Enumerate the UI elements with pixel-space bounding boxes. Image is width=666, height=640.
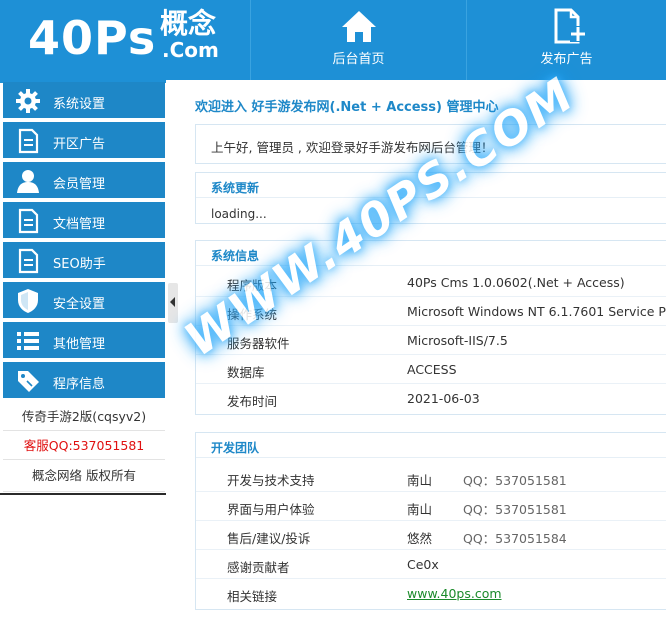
team-row: 售后/建议/投诉 悠然 QQ：537051584 (196, 521, 666, 550)
sidebar-gutter (166, 80, 178, 640)
sidebar-item-system-settings[interactable]: 系统设置 (3, 82, 165, 120)
sidebar-item-zone-ads[interactable]: 开区广告 (3, 122, 165, 160)
nav-home-label: 后台首页 (332, 52, 385, 67)
team-key: 感谢贡献者 (227, 560, 290, 575)
team-key: 界面与用户体验 (227, 502, 315, 517)
system-update-panel: 系统更新 loading... (195, 172, 666, 224)
chevron-left-icon (170, 297, 175, 307)
tag-icon (18, 371, 39, 392)
system-info-title: 系统信息 (211, 249, 260, 263)
user-icon (17, 170, 39, 193)
nav-home-button[interactable]: 后台首页 (251, 0, 466, 80)
side-qq-text: 客服QQ:537051581 (3, 431, 165, 460)
related-link-cell: www.40ps.com (407, 586, 502, 601)
sidebar-item-seo[interactable]: SEO助手 (3, 242, 165, 280)
sysinfo-row: 服务器软件 Microsoft-IIS/7.5 (196, 326, 666, 355)
sidebar-item-label: 会员管理 (53, 177, 106, 192)
nav-publish-label: 发布广告 (540, 52, 593, 67)
related-link[interactable]: www.40ps.com (407, 586, 502, 601)
sysinfo-value: Microsoft Windows NT 6.1.7601 Service Pa… (407, 304, 666, 319)
logo: 40Ps 概念 .Com (0, 0, 250, 80)
main-content: 欢迎进入 好手游发布网(.Net + Access) 管理中心 上午好, 管理员… (178, 80, 666, 640)
panel-divider (196, 457, 666, 458)
sidebar-item-security[interactable]: 安全设置 (3, 282, 165, 320)
welcome-box: 上午好, 管理员 , 欢迎登录好手游发布网后台管理！ (195, 124, 666, 164)
list-icon (17, 332, 39, 350)
team-row: 开发与技术支持 南山 QQ：537051581 (196, 463, 666, 492)
sidebar-item-label: 安全设置 (53, 297, 106, 312)
sidebar-collapse-toggle[interactable] (168, 283, 178, 323)
document-icon (18, 128, 39, 154)
nav-publish-button[interactable]: 发布广告 (467, 0, 666, 80)
sysinfo-value: ACCESS (407, 362, 457, 377)
sidebar-item-label: SEO助手 (53, 257, 106, 272)
gear-icon (16, 89, 40, 113)
sidebar-item-label: 程序信息 (53, 377, 106, 392)
new-document-icon (554, 8, 586, 44)
team-row: 感谢贡献者 Ce0x (196, 550, 666, 579)
side-qq-label: 客服QQ:537051581 (23, 438, 145, 453)
side-version-label: 传奇手游2版(cqsyv2) (21, 409, 147, 424)
team-member: 南山 (407, 473, 433, 488)
team-key: 售后/建议/投诉 (227, 531, 311, 546)
document-icon (18, 248, 39, 274)
panel-divider (196, 265, 666, 266)
logo-main-text: 40Ps (28, 11, 157, 65)
sidebar-item-label: 文档管理 (53, 217, 106, 232)
logo-com-text: .Com (162, 38, 219, 62)
system-info-panel: 系统信息 程序版本 40Ps Cms 1.0.0602(.Net + Acces… (195, 240, 666, 415)
sysinfo-row: 数据库 ACCESS (196, 355, 666, 384)
team-row: 相关链接 www.40ps.com (196, 579, 666, 608)
sidebar-bottom-border (0, 493, 166, 495)
sysinfo-row: 发布时间 2021-06-03 (196, 384, 666, 413)
team-qq: QQ：537051584 (463, 531, 567, 546)
welcome-text: 上午好, 管理员 , 欢迎登录好手游发布网后台管理！ (211, 140, 494, 155)
sysinfo-row: 操作系统 Microsoft Windows NT 6.1.7601 Servi… (196, 297, 666, 326)
sidebar-item-label: 开区广告 (53, 137, 106, 152)
page-title: 欢迎进入 好手游发布网(.Net + Access) 管理中心 (195, 100, 499, 115)
sidebar-item-label: 系统设置 (53, 97, 106, 112)
side-copyright-label: 概念网络 版权所有 (32, 468, 136, 483)
team-member: 南山 (407, 502, 433, 517)
panel-divider (196, 197, 666, 198)
sidebar-item-documents[interactable]: 文档管理 (3, 202, 165, 240)
dev-team-title: 开发团队 (211, 441, 260, 455)
team-row: 界面与用户体验 南山 QQ：537051581 (196, 492, 666, 521)
update-status: loading... (211, 207, 267, 221)
sysinfo-key: 操作系统 (227, 307, 278, 322)
system-update-title: 系统更新 (211, 181, 260, 195)
sidebar-item-program-info[interactable]: 程序信息 (3, 362, 165, 400)
sysinfo-key: 服务器软件 (227, 336, 290, 351)
team-member: Ce0x (407, 557, 439, 572)
document-icon (18, 208, 39, 234)
side-copyright-text: 概念网络 版权所有 (3, 460, 165, 492)
header: 40Ps 概念 .Com 后台首页 发布广告 (0, 0, 666, 80)
home-icon (341, 11, 376, 42)
sysinfo-key: 程序版本 (227, 278, 278, 293)
sidebar-item-label: 其他管理 (53, 337, 106, 352)
shield-icon (18, 289, 38, 313)
team-qq: QQ：537051581 (463, 502, 567, 517)
sidebar: 系统设置 开区广告 会员管理 文档管理 SEO助手 安全设置 其他管理 程序信息… (0, 80, 166, 640)
sysinfo-value: 2021-06-03 (407, 391, 480, 406)
dev-team-panel: 开发团队 开发与技术支持 南山 QQ：537051581 界面与用户体验 南山 … (195, 432, 666, 610)
sysinfo-value: 40Ps Cms 1.0.0602(.Net + Access) (407, 275, 625, 290)
logo-cn-text: 概念 (160, 7, 217, 40)
sysinfo-key: 发布时间 (227, 394, 278, 409)
team-key: 相关链接 (227, 589, 278, 604)
team-member: 悠然 (407, 531, 433, 546)
sysinfo-value: Microsoft-IIS/7.5 (407, 333, 508, 348)
sysinfo-row: 程序版本 40Ps Cms 1.0.0602(.Net + Access) (196, 268, 666, 297)
team-key: 开发与技术支持 (227, 473, 315, 488)
sidebar-item-other[interactable]: 其他管理 (3, 322, 165, 360)
team-qq: QQ：537051581 (463, 473, 567, 488)
sidebar-item-members[interactable]: 会员管理 (3, 162, 165, 200)
sysinfo-key: 数据库 (227, 365, 265, 380)
side-version-text: 传奇手游2版(cqsyv2) (3, 402, 165, 431)
